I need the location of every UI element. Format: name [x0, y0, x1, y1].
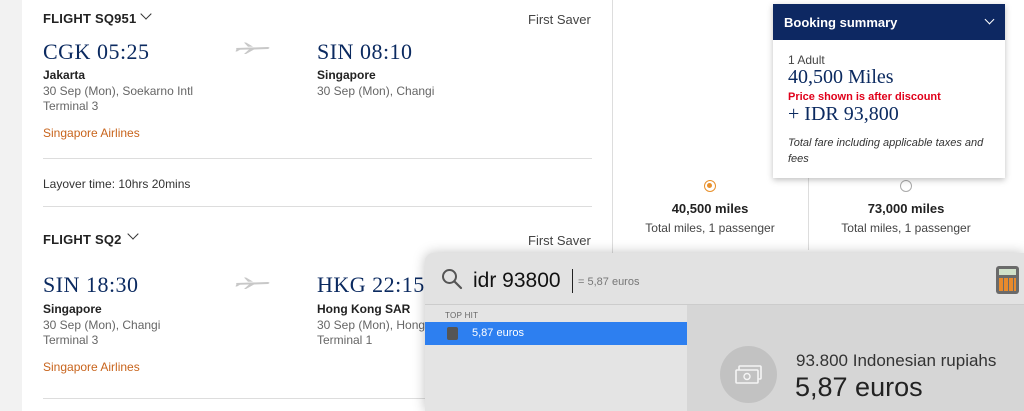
flight-1-origin-code-time: CGK 05:25: [43, 39, 150, 64]
spotlight-inline-result: = 5,87 euros: [578, 276, 640, 288]
summary-miles: 40,500 Miles: [788, 66, 894, 88]
chevron-down-icon[interactable]: [127, 228, 139, 240]
flight-1-fare-class: First Saver: [528, 12, 591, 27]
chevron-down-icon[interactable]: [984, 14, 995, 25]
spotlight-window: idr 93800 = 5,87 euros TOP HIT 5,87 euro…: [425, 253, 1024, 411]
flight-2-destination-terminal: Terminal 1: [317, 333, 373, 347]
summary-discount-note: Price shown is after discount: [788, 91, 941, 103]
flight-1-origin-date: 30 Sep (Mon), Soekarno Intl: [43, 84, 194, 98]
conversion-source: 93.800 Indonesian rupiahs: [796, 351, 997, 370]
flight-2-origin-date: 30 Sep (Mon), Changi: [43, 318, 161, 332]
flight-2-title: FLIGHT SQ2: [43, 232, 122, 247]
flight-2-destination-code-time: HKG 22:15: [317, 272, 425, 297]
banknote-icon: [735, 365, 762, 384]
booking-summary-title: Booking summary: [784, 15, 898, 30]
spotlight-preview: 93.800 Indonesian rupiahs 5,87 euros: [687, 304, 1024, 411]
divider: [612, 0, 613, 260]
spotlight-query[interactable]: idr 93800: [473, 269, 561, 293]
booking-summary-header[interactable]: Booking summary: [773, 4, 1005, 40]
flight-2-destination-city: Hong Kong SAR: [317, 302, 411, 316]
search-icon: [442, 269, 463, 290]
booking-summary: Booking summary 1 Adult 40,500 Miles Pri…: [773, 4, 1005, 178]
spotlight-top-hit[interactable]: 5,87 euros: [425, 322, 687, 345]
chevron-down-icon[interactable]: [140, 8, 152, 20]
flight-2-origin-details: 30 Sep (Mon), Changi Terminal 3: [43, 318, 160, 348]
divider: [43, 158, 592, 159]
divider: [808, 170, 809, 250]
flight-1-origin-terminal: Terminal 3: [43, 99, 99, 113]
flight-2-fare-class: First Saver: [528, 233, 591, 248]
section-label: TOP HIT: [445, 311, 479, 320]
currency-icon: [720, 346, 777, 403]
airplane-icon: [235, 277, 270, 289]
flight-2-origin-terminal: Terminal 3: [43, 333, 99, 347]
flight-2-airline: Singapore Airlines: [43, 360, 140, 374]
fare-option-1-radio[interactable]: [704, 180, 716, 192]
flight-2-origin-city: Singapore: [43, 302, 102, 316]
flight-1-airline: Singapore Airlines: [43, 126, 140, 140]
calculator-icon: [447, 327, 458, 340]
calculator-icon: [996, 266, 1019, 294]
flight-1-destination-city: Singapore: [317, 68, 376, 82]
summary-cash-amount: + IDR 93,800: [788, 103, 899, 125]
conversion-result: 5,87 euros: [795, 372, 923, 402]
divider: [43, 206, 592, 207]
flight-1-title: FLIGHT SQ951: [43, 11, 137, 26]
flight-2-destination-details: 30 Sep (Mon), Hong Terminal 1: [317, 318, 425, 348]
spotlight-search-bar[interactable]: idr 93800 = 5,87 euros: [425, 253, 1024, 304]
layover-time: Layover time: 10hrs 20mins: [43, 177, 191, 191]
fare-option-1-subtitle: Total miles, 1 passenger: [645, 221, 775, 235]
flight-1-destination-code-time: SIN 08:10: [317, 39, 413, 64]
flight-1-origin-details: 30 Sep (Mon), Soekarno Intl Terminal 3: [43, 84, 193, 114]
summary-fare-note: Total fare including applicable taxes an…: [788, 137, 984, 165]
summary-passengers: 1 Adult: [788, 53, 825, 67]
calculator-keys-icon: [999, 278, 1016, 291]
flight-1-origin-city: Jakarta: [43, 68, 86, 82]
fare-option-1-miles[interactable]: 40,500 miles: [630, 201, 790, 216]
flight-2-origin-code-time: SIN 18:30: [43, 272, 139, 297]
flight-2-destination-date: 30 Sep (Mon), Hong: [317, 318, 426, 332]
text-cursor: [572, 269, 573, 293]
fare-option-2-subtitle: Total miles, 1 passenger: [841, 221, 971, 235]
flight-1-destination-date: 30 Sep (Mon), Changi: [317, 84, 435, 98]
fare-option-2-miles[interactable]: 73,000 miles: [826, 201, 986, 216]
spotlight-results-list: TOP HIT 5,87 euros: [425, 304, 687, 411]
calculator-display-icon: [999, 269, 1016, 275]
top-hit-label: 5,87 euros: [472, 327, 524, 339]
fare-option-2-radio[interactable]: [900, 180, 912, 192]
airplane-icon: [235, 42, 270, 54]
